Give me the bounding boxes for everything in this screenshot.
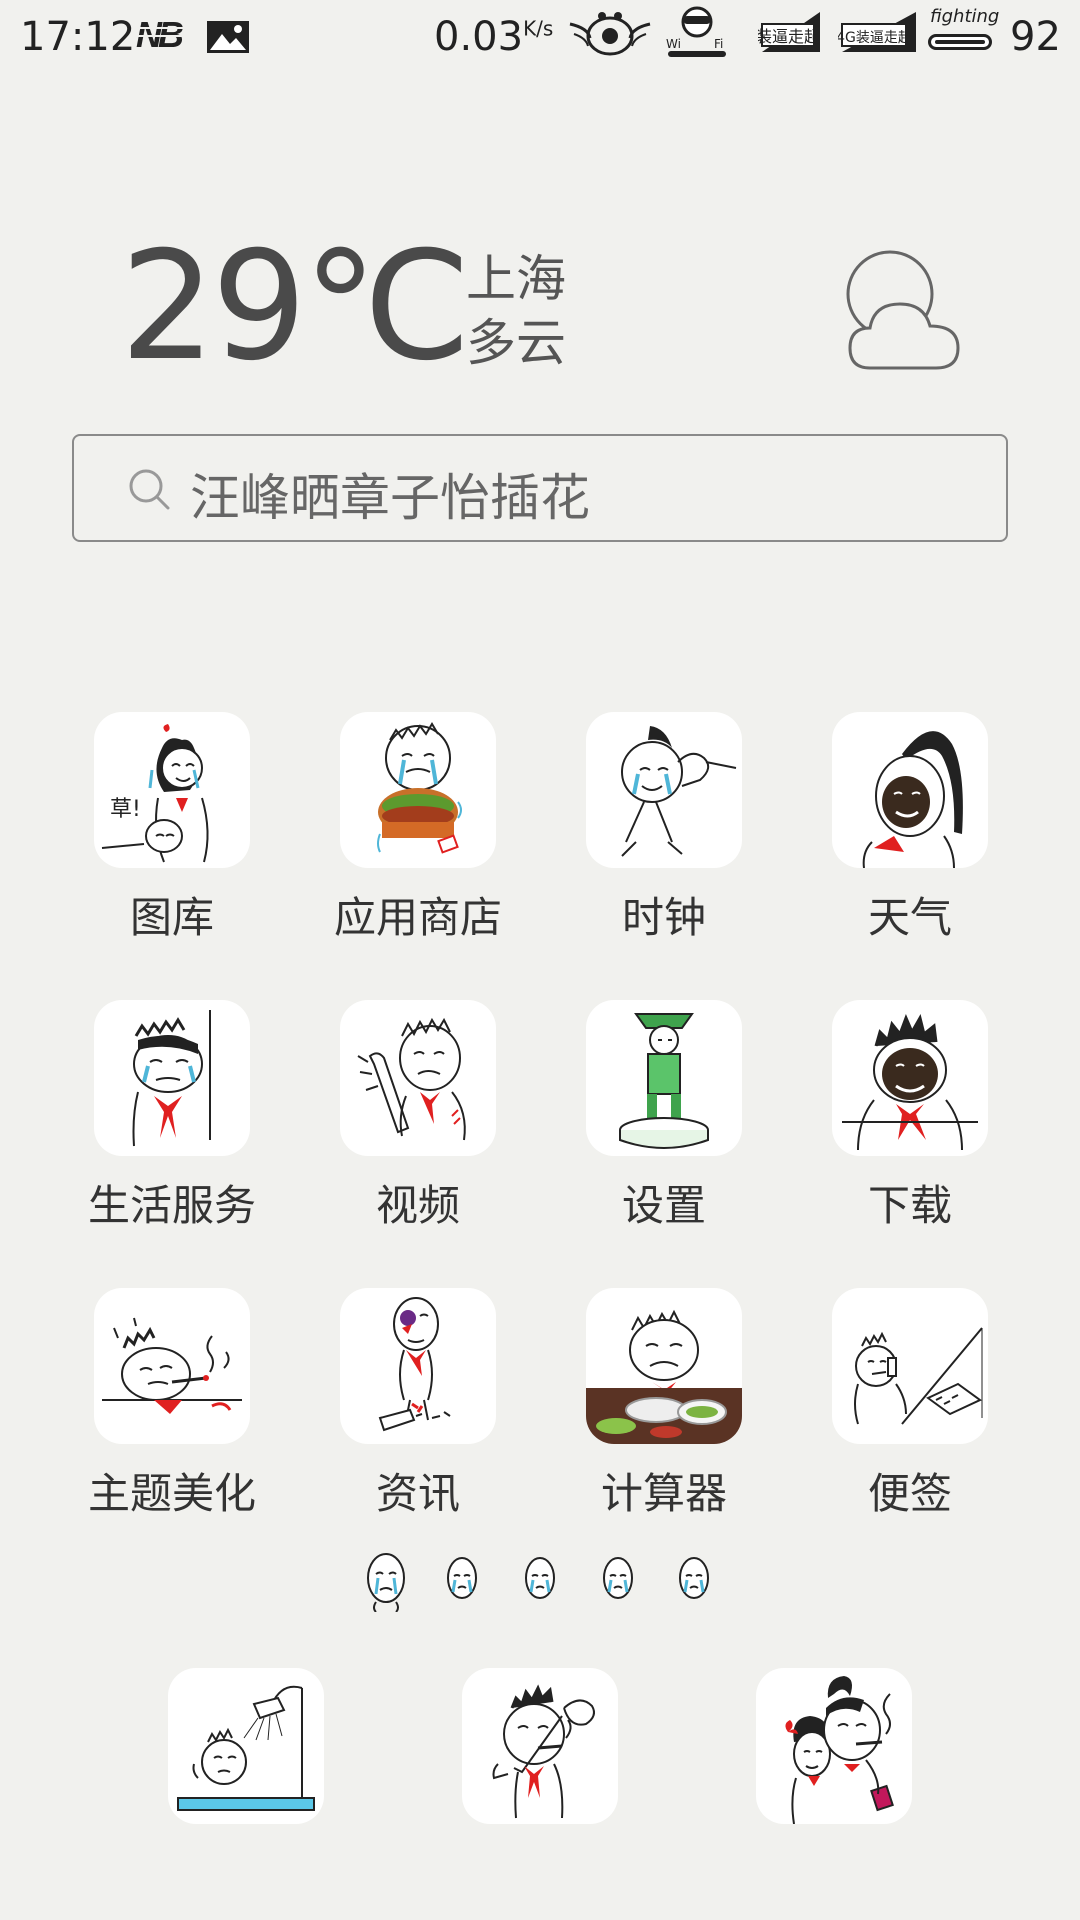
wifi-icon: Wi Fi: [666, 6, 726, 57]
partly-cloudy-icon: [846, 250, 960, 370]
new-balance-icon: N B: [134, 14, 190, 54]
app-label: 便签: [867, 1469, 952, 1518]
app-settings[interactable]: 设置: [540, 1000, 760, 1240]
svg-text:B: B: [158, 14, 184, 54]
app-gallery[interactable]: 草! 图库: [48, 712, 268, 952]
app-label: 应用商店: [333, 893, 502, 942]
app-news[interactable]: 资讯: [294, 1288, 514, 1528]
app-download[interactable]: 下载: [786, 1000, 1006, 1240]
page-dot[interactable]: [674, 1550, 714, 1612]
app-label: 资讯: [375, 1469, 460, 1518]
calculator-icon: [586, 1288, 742, 1444]
weather-condition: 多云: [466, 314, 566, 372]
life-services-icon: [94, 1000, 250, 1156]
app-video[interactable]: 视频: [294, 1000, 514, 1240]
app-calculator[interactable]: 计算器: [540, 1288, 760, 1528]
app-notes[interactable]: 便签: [786, 1288, 1006, 1528]
weather-app-icon: [832, 712, 988, 868]
status-bar: 17:12 N B 0.03K/s Wi Fi 装逼走起 4G装逼走起 figh…: [0, 0, 1080, 78]
app-label: 视频: [375, 1181, 460, 1230]
page-dot[interactable]: [442, 1550, 482, 1612]
signal-badge-1: 装逼走起: [758, 12, 820, 52]
clock-icon: [586, 712, 742, 868]
app-store[interactable]: 应用商店: [294, 712, 514, 952]
app-label: 图库: [129, 893, 214, 942]
signal-badge-2: 4G装逼走起: [838, 12, 916, 52]
video-icon: [340, 1000, 496, 1156]
app-label: 计算器: [600, 1469, 727, 1518]
battery-icon: [928, 34, 992, 50]
app-clock[interactable]: 时钟: [540, 712, 760, 952]
svg-text:草!: 草!: [110, 797, 141, 822]
svg-text:装逼走起: 装逼走起: [758, 27, 820, 46]
battery-label: fighting: [930, 6, 1000, 27]
app-label: 下载: [867, 1181, 952, 1230]
app-themes[interactable]: 主题美化: [48, 1288, 268, 1528]
battery-percent: 92: [1010, 14, 1061, 60]
app-label: 生活服务: [87, 1181, 256, 1230]
app-store-icon: [340, 712, 496, 868]
page-dot[interactable]: [520, 1550, 560, 1612]
settings-icon: [586, 1000, 742, 1156]
dock-app-couple-icon[interactable]: [756, 1668, 912, 1824]
svg-text:Wi: Wi: [666, 37, 681, 51]
page-dot-active[interactable]: [364, 1550, 408, 1612]
themes-icon: [94, 1288, 250, 1444]
gallery-icon: 草!: [94, 712, 250, 868]
battery-indicator: fighting: [928, 6, 1004, 56]
app-label: 时钟: [621, 893, 706, 942]
svg-text:Fi: Fi: [714, 37, 723, 51]
app-weather[interactable]: 天气: [786, 712, 1006, 952]
city-name: 上海: [466, 250, 566, 308]
download-icon: [832, 1000, 988, 1156]
news-icon: [340, 1288, 496, 1444]
search-suggestion: 汪峰晒章子怡插花: [190, 469, 590, 527]
temperature: 29℃: [120, 220, 471, 394]
app-label: 主题美化: [87, 1469, 256, 1518]
status-time: 17:12: [20, 14, 136, 60]
svg-text:4G装逼走起: 4G装逼走起: [838, 30, 912, 46]
image-notification-icon: [207, 21, 249, 53]
page-dot[interactable]: [598, 1550, 638, 1612]
search-bar[interactable]: 汪峰晒章子怡插花: [72, 434, 1008, 542]
app-label: 设置: [621, 1181, 706, 1230]
app-life-services[interactable]: 生活服务: [48, 1000, 268, 1240]
network-speed: 0.03K/s: [434, 14, 554, 60]
dock-app-shower-icon[interactable]: [168, 1668, 324, 1824]
app-label: 天气: [867, 893, 952, 942]
notes-icon: [832, 1288, 988, 1444]
search-icon: [129, 469, 170, 510]
owl-emblem-icon: [569, 12, 651, 56]
dock-app-smoker-icon[interactable]: [462, 1668, 618, 1824]
